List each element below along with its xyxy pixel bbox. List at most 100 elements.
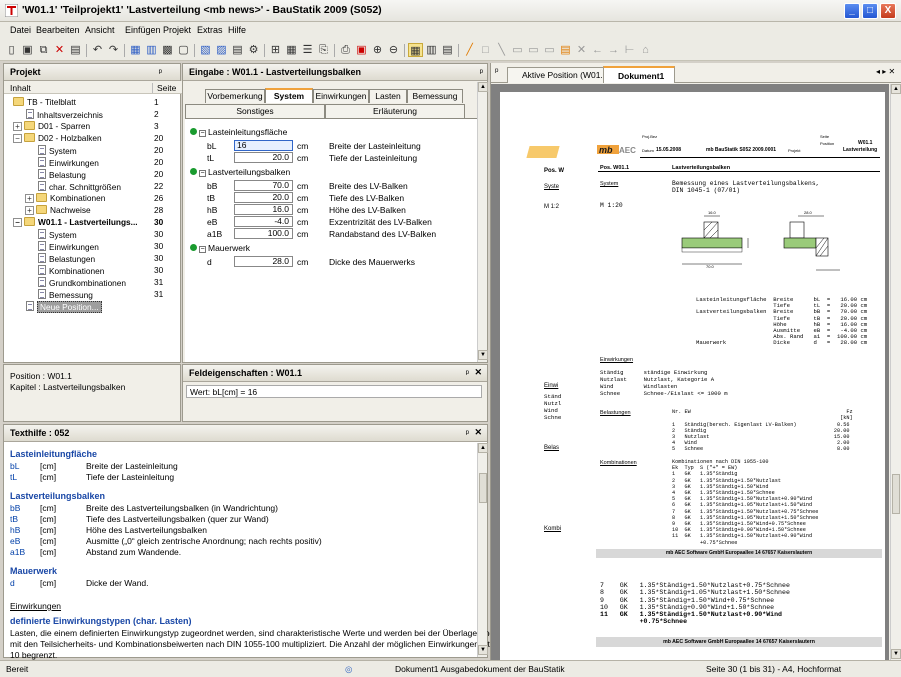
scroll-down-icon[interactable]: ▼ [478,350,488,360]
tb-input[interactable]: 20.0 [234,192,293,203]
zoom-in-icon[interactable]: ⊕ [370,43,385,57]
tab-lasten[interactable]: Lasten [369,89,407,103]
scroll-up-icon[interactable]: ▲ [478,82,488,92]
properties-icon[interactable]: ▤ [68,43,83,57]
tab-system[interactable]: System [265,88,313,103]
tree-item-einwirkungen[interactable]: Einwirkungen [38,157,99,168]
tree-item-d02[interactable]: − D02 - Holzbalken [13,133,102,144]
expand-icon[interactable]: + [25,206,34,215]
copy-icon[interactable]: ⧉ [36,43,51,57]
minimize-button[interactable]: _ [844,3,860,19]
tree-col-page[interactable]: Seite [152,83,176,93]
tree-item-nachweise[interactable]: + Nachweise [25,205,91,216]
tree-item-kombinationen[interactable]: + Kombinationen [25,193,105,204]
link-icon[interactable]: ⎘ [316,43,331,57]
menu-hilfe[interactable]: Hilfe [228,25,246,35]
tree-item-belastung[interactable]: Belastung [38,169,86,180]
close-button[interactable]: X [880,3,896,19]
lock-icon[interactable]: ⌂ [638,43,653,57]
scroll-down-icon[interactable]: ▼ [478,645,488,655]
input-scrollbar[interactable]: ▲ ▼ [477,82,488,362]
texthilfe-scrollbar[interactable]: ▲ ▼ [477,443,488,657]
pin-icon[interactable]: ᵖ [159,67,162,77]
pin-icon[interactable]: ᵖ [466,428,469,438]
line-icon[interactable]: ╲ [494,43,509,57]
tree-item-w-bemessung[interactable]: Bemessung [38,289,93,300]
insert-icon[interactable]: ▦ [128,43,143,57]
tab-vorbemerkung[interactable]: Vorbemerkung [205,89,265,103]
rect-icon[interactable]: □ [478,43,493,57]
menu-ansicht[interactable]: Ansicht [85,25,115,35]
group-lasteinleitung[interactable]: − Lasteinleitungsfläche [190,127,287,137]
close-icon[interactable]: ✕ [474,367,482,378]
view-icon[interactable]: ▦ [408,43,423,57]
menu-bearbeiten[interactable]: Bearbeiten [36,25,80,35]
scroll-thumb[interactable] [479,473,487,503]
tree-item-schnittgroessen[interactable]: char. Schnittgrößen [38,181,121,192]
arrow-right-icon[interactable]: → [606,43,621,57]
delete-icon[interactable]: ✕ [52,43,67,57]
frame3-icon[interactable]: ▭ [542,43,557,57]
tab-erlaeuterung[interactable]: Erläuterung [325,104,465,118]
tab-dokument1[interactable]: Dokument1 [603,66,675,83]
menu-datei[interactable]: Datei [10,25,31,35]
scroll-down-icon[interactable]: ▼ [891,649,901,659]
eb-input[interactable]: -4.0 [234,216,293,227]
split-icon[interactable]: ⊢ [622,43,637,57]
scroll-up-icon[interactable]: ▲ [478,443,488,453]
list-icon[interactable]: ☰ [300,43,315,57]
maximize-button[interactable]: □ [862,3,878,19]
collapse-icon[interactable]: − [13,218,22,227]
expand-icon[interactable]: + [13,122,22,131]
tree-item-w-belastungen[interactable]: Belastungen [38,253,95,264]
expand-icon[interactable]: + [25,194,34,203]
new-icon[interactable]: ▯ [4,43,19,57]
menu-projekt[interactable]: Projekt [163,25,191,35]
print-icon[interactable]: ⎙ [338,43,353,57]
settings-icon[interactable]: ⚙ [246,43,261,57]
chapter-icon[interactable]: ▥ [144,43,159,57]
pdf-icon[interactable]: ▣ [354,43,369,57]
grid-icon[interactable]: ⊞ [268,43,283,57]
scroll-thumb[interactable] [892,474,900,514]
page-view-icon[interactable]: ▥ [424,43,439,57]
pin-icon[interactable]: ᵖ [466,368,469,378]
position-icon[interactable]: ▢ [176,43,191,57]
tree-item-w-system[interactable]: System [38,229,77,240]
group-lastverteilungsbalken[interactable]: − Lastverteilungsbalken [190,167,290,177]
close-icon[interactable]: ✕ [474,427,482,438]
undo-icon[interactable]: ↶ [90,43,105,57]
pin-icon[interactable]: ᵖ [480,67,483,77]
frame-icon[interactable]: ▭ [510,43,525,57]
tree-item-w011[interactable]: − W01.1 - Lastverteilungs... [13,217,138,228]
pin-icon[interactable]: ᵖ [495,66,498,76]
tab-sonstiges[interactable]: Sonstiges [185,104,325,118]
remove-icon[interactable]: ✕ [574,43,589,57]
tree-item-w-grundkombinationen[interactable]: Grundkombinationen [38,277,126,288]
tl-input[interactable]: 20.0 [234,152,293,163]
tree-item-system[interactable]: System [38,145,77,156]
bb-input[interactable]: 70.0 [234,180,293,191]
d-input[interactable]: 28.0 [234,256,293,267]
layout-icon[interactable]: ▤ [440,43,455,57]
tab-aktive-position[interactable]: Aktive Position (W01.1) [507,67,611,83]
save-icon[interactable]: ▣ [20,43,35,57]
zoom-out-icon[interactable]: ⊖ [386,43,401,57]
tree-item-inhalt[interactable]: Inhaltsverzeichnis [26,109,103,120]
tree-item-titelblatt[interactable]: TB - Titelblatt [13,97,76,108]
output2-icon[interactable]: ▨ [214,43,229,57]
document-scrollbar[interactable]: ▲ ▼ [890,84,901,660]
tab-einwirkungen[interactable]: Einwirkungen [313,89,369,103]
a1b-input[interactable]: 100.0 [234,228,293,239]
calc-icon[interactable]: ▩ [160,43,175,57]
tree-item-d01[interactable]: + D01 - Sparren [13,121,90,132]
bl-input[interactable]: 16 [234,140,293,151]
table-icon[interactable]: ▦ [284,43,299,57]
output3-icon[interactable]: ▤ [230,43,245,57]
draw-icon[interactable]: ╱ [462,43,477,57]
highlight-icon[interactable]: ▤ [558,43,573,57]
group-mauerwerk[interactable]: − Mauerwerk [190,243,250,253]
arrow-left-icon[interactable]: ← [590,43,605,57]
tab-bemessung[interactable]: Bemessung [407,89,463,103]
menu-einfuegen[interactable]: Einfügen [125,25,161,35]
